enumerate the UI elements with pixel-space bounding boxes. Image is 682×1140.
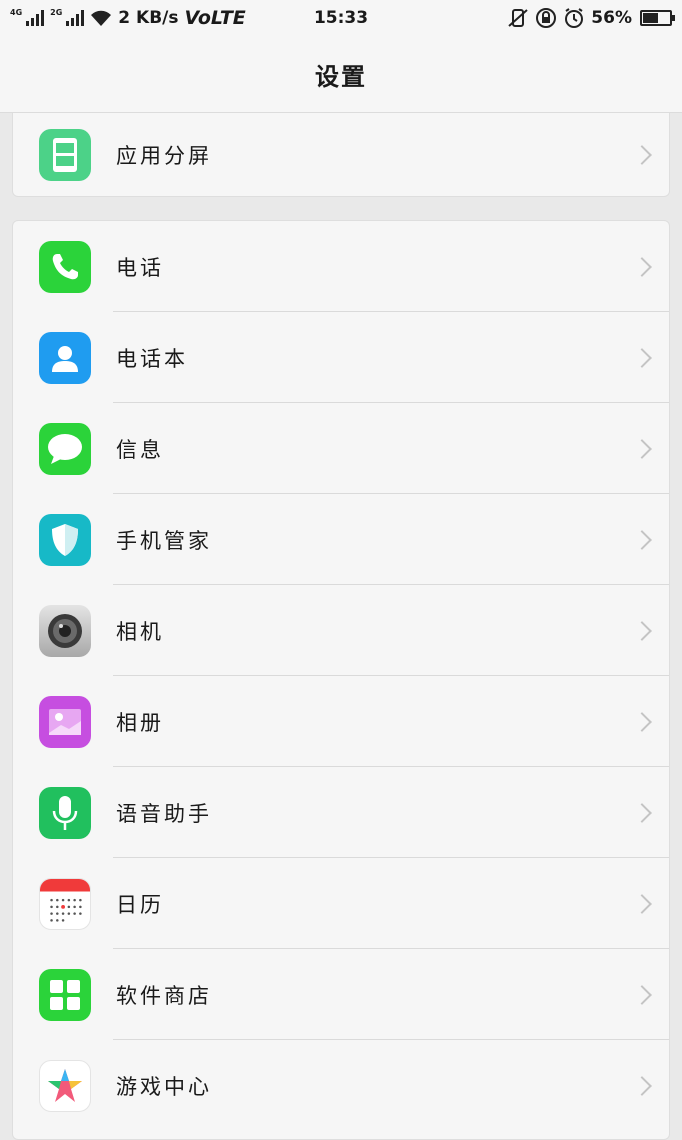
alarm-icon (565, 8, 584, 28)
chevron-right-icon (632, 529, 652, 550)
settings-group-2: 电话 电话本 信息 手机管家 相机 相册 语音助手 日历 软件商店 游戏中心 (12, 220, 670, 1140)
sim1-network-label: 4G (10, 7, 23, 17)
settings-item-calendar[interactable]: 日历 (13, 858, 669, 949)
settings-item-contacts[interactable]: 电话本 (13, 312, 669, 403)
chevron-right-icon (632, 620, 652, 641)
vibrate-mute-icon (508, 9, 528, 27)
status-bar-left: 4G 2G 2 KB/s VoLTE (10, 7, 246, 29)
settings-item-label: 软件商店 (116, 983, 212, 1008)
settings-item-label: 游戏中心 (116, 1074, 212, 1099)
app-store-icon (39, 968, 91, 1021)
volte-indicator: VoLTE (184, 7, 246, 29)
chevron-right-icon (632, 438, 652, 459)
chevron-right-icon (632, 893, 652, 914)
settings-group-1: 应用分屏 (12, 113, 670, 197)
game-center-icon (39, 1059, 91, 1112)
page-title: 设置 (315, 62, 367, 91)
sim2-signal-icon (66, 10, 85, 26)
split-screen-icon (39, 128, 91, 181)
settings-item-label: 信息 (116, 437, 164, 462)
microphone-icon (39, 786, 91, 839)
contacts-icon (39, 331, 91, 384)
settings-item-app-store[interactable]: 软件商店 (13, 949, 669, 1040)
settings-item-label: 语音助手 (116, 801, 212, 826)
chevron-right-icon (632, 711, 652, 732)
settings-item-split-screen[interactable]: 应用分屏 (13, 109, 669, 200)
settings-item-label: 相机 (116, 619, 164, 644)
camera-icon (39, 604, 91, 657)
rotation-lock-icon (536, 8, 557, 28)
settings-item-label: 手机管家 (116, 528, 212, 553)
settings-item-label: 电话本 (116, 346, 188, 371)
chevron-right-icon (632, 1075, 652, 1096)
message-icon (39, 422, 91, 475)
settings-item-label: 电话 (116, 255, 164, 280)
chevron-right-icon (632, 347, 652, 368)
sim2-network-label: 2G (50, 7, 63, 17)
phone-icon (39, 240, 91, 293)
page-title-bar: 设置 (0, 36, 682, 113)
settings-item-label: 应用分屏 (116, 143, 212, 168)
battery-percent: 56% (591, 8, 632, 28)
chevron-right-icon (632, 144, 652, 165)
settings-item-voice-assistant[interactable]: 语音助手 (13, 767, 669, 858)
settings-item-camera[interactable]: 相机 (13, 585, 669, 676)
status-bar-right: 56% (507, 7, 675, 29)
calendar-icon (39, 877, 91, 930)
settings-item-gallery[interactable]: 相册 (13, 676, 669, 767)
settings-item-game-center[interactable]: 游戏中心 (13, 1040, 669, 1131)
net-speed: 2 KB/s (118, 8, 179, 28)
shield-icon (39, 513, 91, 566)
sim1-signal-icon (26, 10, 45, 26)
settings-item-label: 相册 (116, 710, 164, 735)
settings-item-phone-manager[interactable]: 手机管家 (13, 494, 669, 585)
settings-item-phone[interactable]: 电话 (13, 221, 669, 312)
chevron-right-icon (632, 984, 652, 1005)
battery-icon (640, 10, 675, 26)
status-bar: 4G 2G 2 KB/s VoLTE 15:33 56% (0, 0, 682, 36)
battery-level-fill (643, 13, 658, 23)
chevron-right-icon (632, 256, 652, 277)
wifi-icon (91, 10, 112, 26)
gallery-icon (39, 695, 91, 748)
settings-item-messages[interactable]: 信息 (13, 403, 669, 494)
settings-item-label: 日历 (116, 892, 164, 917)
chevron-right-icon (632, 802, 652, 823)
